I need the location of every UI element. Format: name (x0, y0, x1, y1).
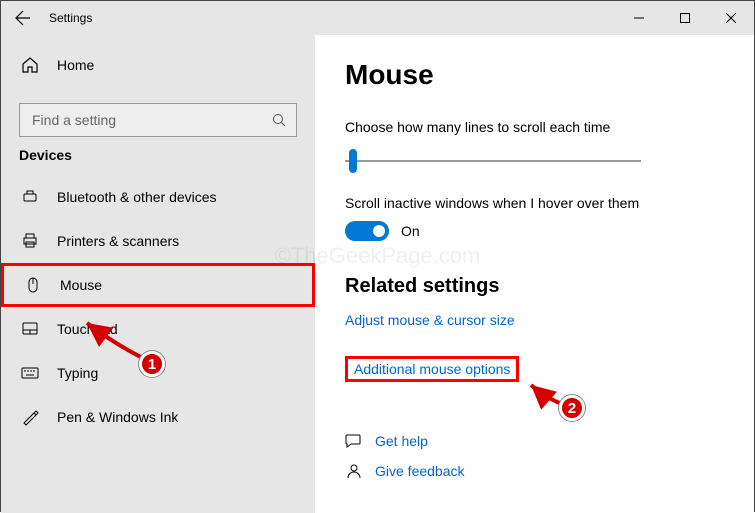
search-box[interactable] (19, 103, 297, 137)
additional-mouse-options-link[interactable]: Additional mouse options (345, 356, 519, 382)
get-help-link[interactable]: Get help (345, 432, 724, 450)
sidebar-section-title: Devices (19, 147, 315, 163)
minimize-button[interactable] (616, 1, 662, 35)
maximize-icon (680, 13, 690, 23)
home-nav[interactable]: Home (1, 43, 315, 87)
annotation-marker-1: 1 (139, 351, 165, 377)
page-heading: Mouse (345, 59, 724, 91)
sidebar-item-printers[interactable]: Printers & scanners (1, 219, 315, 263)
touchpad-icon (19, 318, 41, 340)
back-arrow-icon (15, 10, 31, 26)
close-button[interactable] (708, 1, 754, 35)
mouse-icon (22, 274, 44, 296)
sidebar-item-pen[interactable]: Pen & Windows Ink (1, 395, 315, 439)
scroll-inactive-label: Scroll inactive windows when I hover ove… (345, 195, 724, 211)
scroll-lines-slider[interactable] (345, 145, 641, 177)
toggle-state-label: On (401, 223, 420, 239)
title-bar: Settings (1, 1, 754, 35)
search-icon (272, 113, 286, 127)
sidebar-item-label: Bluetooth & other devices (57, 189, 217, 205)
sidebar-item-label: Mouse (60, 277, 102, 293)
sidebar: Home Devices Bluetooth & other devices P… (1, 35, 315, 513)
scroll-lines-label: Choose how many lines to scroll each tim… (345, 119, 724, 135)
sidebar-item-bluetooth[interactable]: Bluetooth & other devices (1, 175, 315, 219)
give-feedback-link[interactable]: Give feedback (345, 462, 724, 480)
window-title: Settings (49, 11, 92, 25)
slider-track (345, 160, 641, 162)
printer-icon (19, 230, 41, 252)
bluetooth-icon (19, 186, 41, 208)
home-icon (19, 54, 41, 76)
pen-icon (19, 406, 41, 428)
window-controls (616, 1, 754, 35)
sidebar-item-label: Pen & Windows Ink (57, 409, 178, 425)
related-settings-heading: Related settings (345, 275, 724, 298)
search-input[interactable] (30, 111, 272, 129)
scroll-inactive-toggle[interactable] (345, 221, 389, 241)
keyboard-icon (19, 362, 41, 384)
sidebar-item-mouse[interactable]: Mouse (1, 263, 315, 307)
sidebar-item-label: Printers & scanners (57, 233, 179, 249)
maximize-button[interactable] (662, 1, 708, 35)
main-panel: Mouse Choose how many lines to scroll ea… (315, 35, 754, 513)
feedback-label: Give feedback (375, 463, 465, 479)
feedback-icon (345, 462, 363, 480)
slider-thumb[interactable] (349, 149, 357, 173)
minimize-icon (634, 13, 644, 23)
help-label: Get help (375, 433, 428, 449)
sidebar-item-label: Typing (57, 365, 98, 381)
annotation-marker-2: 2 (559, 395, 585, 421)
help-icon (345, 432, 363, 450)
home-label: Home (57, 57, 94, 73)
back-button[interactable] (1, 1, 45, 35)
adjust-mouse-link[interactable]: Adjust mouse & cursor size (345, 312, 515, 328)
close-icon (726, 13, 736, 23)
